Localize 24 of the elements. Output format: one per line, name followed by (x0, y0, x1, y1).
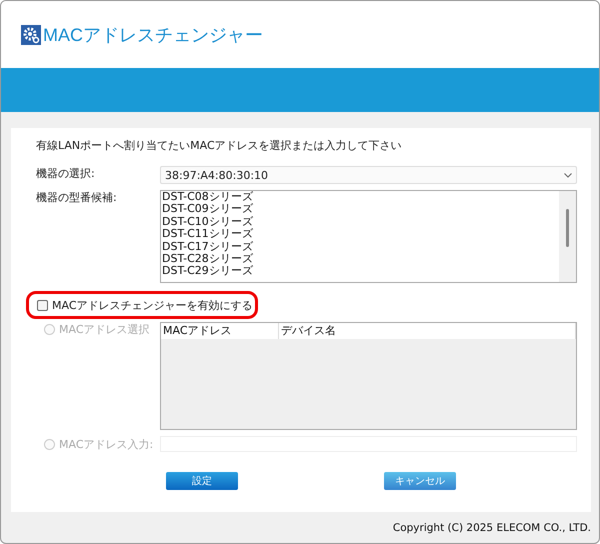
checkbox[interactable] (37, 300, 48, 310)
list-item[interactable]: DST-C09シリーズ (162, 203, 559, 216)
scrollbar-thumb[interactable] (566, 209, 569, 247)
window-title: MACアドレスチェンジャー (43, 24, 263, 46)
instruction-text: 有線LANポートへ割り当てたいMACアドレスを選択または入力して下さい (36, 138, 403, 153)
list-item[interactable]: DST-C10シリーズ (162, 216, 559, 228)
chevron-icon (564, 172, 572, 178)
list-item[interactable]: DST-C11シリーズ (162, 228, 559, 241)
gear-icon (21, 24, 41, 44)
column-header[interactable]: MACアドレス (161, 323, 279, 339)
copyright-text: Copyright (C) 2025 ELECOM CO., LTD. (392, 522, 591, 534)
apply-button[interactable]: 設定 (166, 472, 238, 490)
list-item[interactable]: DST-C28シリーズ (162, 253, 559, 266)
list-item[interactable]: DST-C17シリーズ (162, 240, 559, 254)
column-header[interactable]: デバイス名 (279, 323, 576, 339)
field-label: 機器の型番候補: (36, 190, 118, 205)
checkbox-label: MACアドレスチェンジャーを有効にする (52, 298, 253, 312)
device-dropdown[interactable]: 38:97:A4:80:30:10 (160, 166, 577, 184)
model-listbox[interactable]: DST-C08シリーズ DST-C09シリーズ DST-C10シリーズ DST-C11シリーズ DST-C17シリーズ DST-C28シリーズ DST-C29シリーズ (160, 190, 577, 283)
list-item[interactable]: DST-C29シリーズ (162, 265, 559, 278)
radio-label: MACアドレス選択 (59, 322, 150, 337)
list-item[interactable]: DST-C08シリーズ (162, 191, 559, 204)
radio-label: MACアドレス入力: (59, 436, 154, 452)
field-label: 機器の選択: (36, 166, 96, 181)
